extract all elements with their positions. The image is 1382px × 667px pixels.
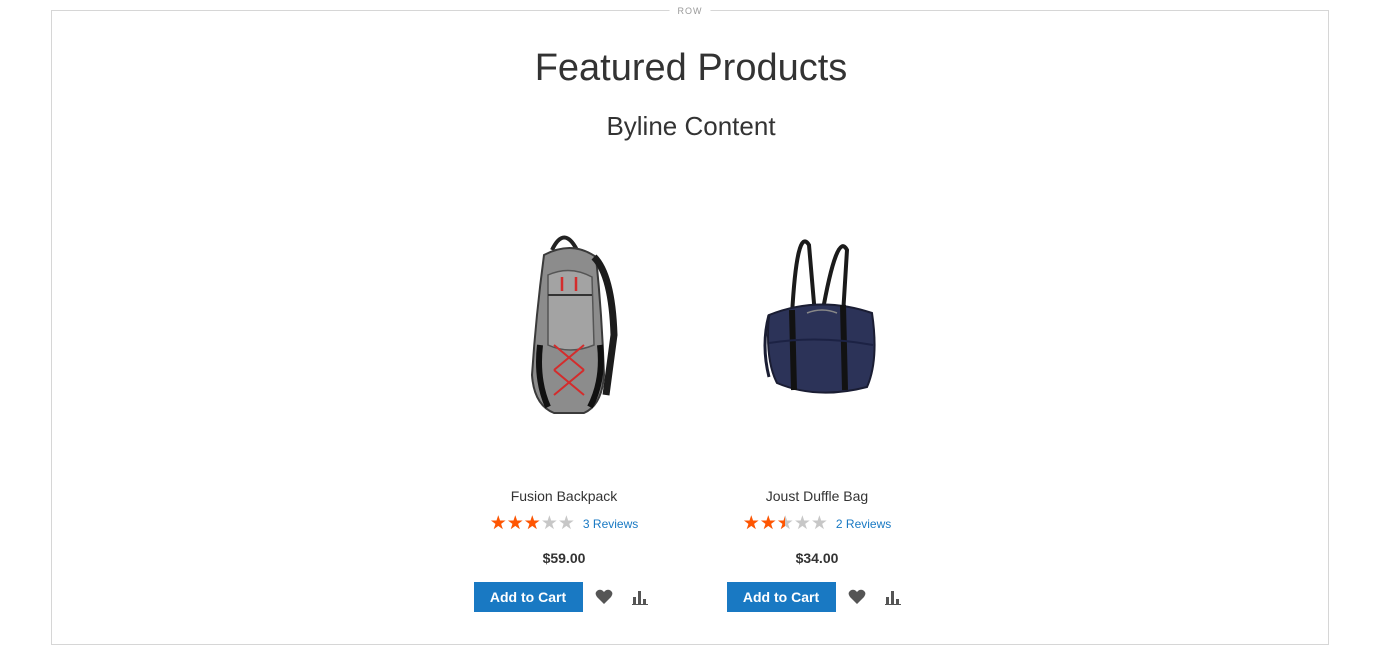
bar-chart-icon[interactable] (878, 582, 908, 612)
row-label: ROW (669, 5, 711, 17)
product-card: Joust Duffle Bag ★★★★★★★★★★ 2 Reviews $3… (697, 195, 937, 612)
byline: Byline Content (606, 111, 776, 141)
rating-stars: ★★★★★★★★★★ (742, 513, 828, 534)
product-price: $34.00 (795, 550, 839, 566)
product-price: $59.00 (542, 550, 586, 566)
backpack-image[interactable] (444, 195, 684, 465)
page-title: Featured Products (534, 47, 848, 89)
product-actions: Add to Cart (444, 582, 684, 612)
reviews-link[interactable]: 3 Reviews (583, 517, 638, 531)
duffle-bag-image[interactable] (697, 195, 937, 465)
rating-row: ★★★★★★★★★★ 3 Reviews (444, 514, 684, 534)
rating-stars: ★★★★★★★★★★ (489, 513, 575, 534)
add-to-cart-button[interactable]: Add to Cart (726, 582, 836, 612)
bar-chart-icon[interactable] (625, 582, 655, 612)
reviews-link[interactable]: 2 Reviews (836, 517, 891, 531)
add-to-cart-button[interactable]: Add to Cart (473, 582, 583, 612)
product-card: Fusion Backpack ★★★★★★★★★★ 3 Reviews $59… (444, 195, 684, 612)
product-name[interactable]: Fusion Backpack (444, 488, 684, 504)
rating-stars-fill: ★★★★★ (742, 514, 786, 534)
row-container: ROW (51, 5, 1329, 645)
rating-stars-fill: ★★★★★ (489, 514, 541, 534)
product-actions: Add to Cart (697, 582, 937, 612)
rating-row: ★★★★★★★★★★ 2 Reviews (697, 514, 937, 534)
heart-icon[interactable] (589, 582, 619, 612)
product-name[interactable]: Joust Duffle Bag (697, 488, 937, 504)
heart-icon[interactable] (842, 582, 872, 612)
